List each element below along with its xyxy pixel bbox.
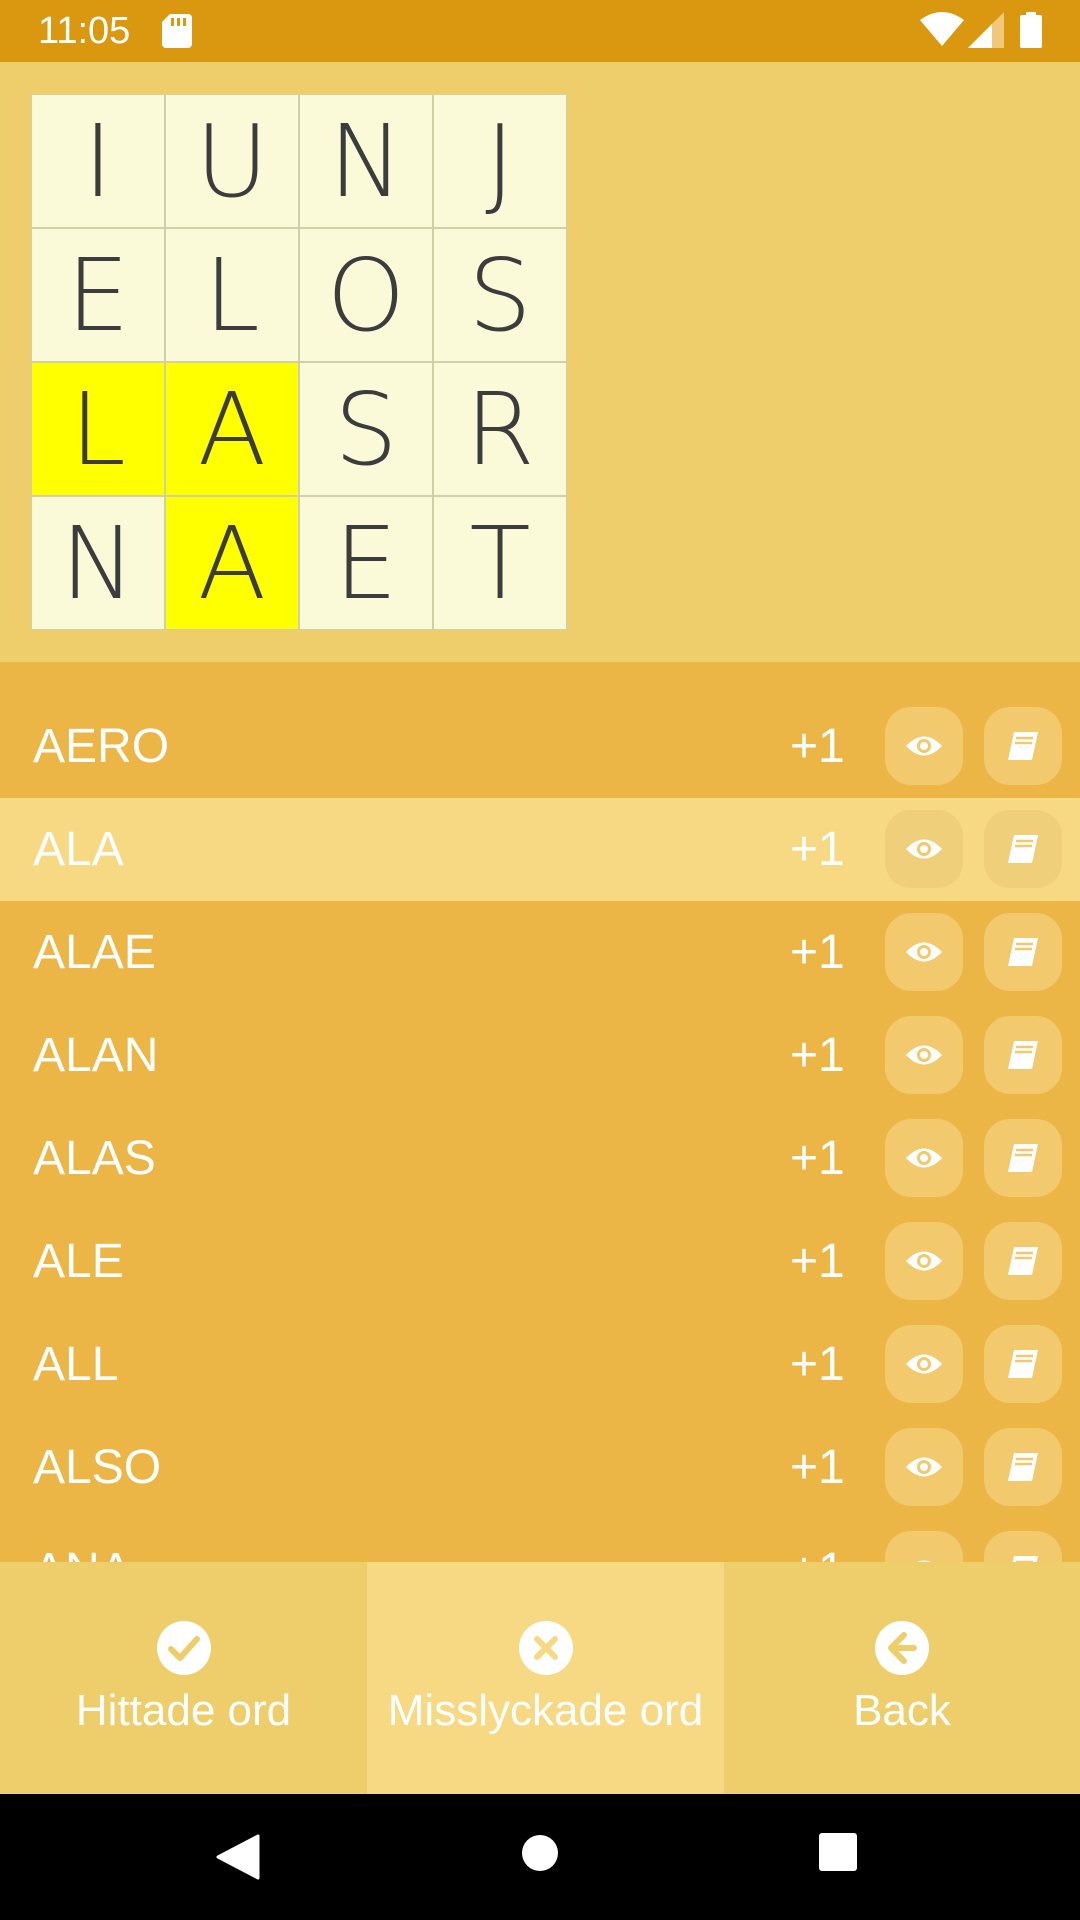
word-points: +1 [790,1029,845,1082]
word-label: ALAN [33,1029,159,1082]
status-bar: 11:05 [0,0,1080,62]
board-area: IUNJELOSLASRNAET [0,62,1080,662]
word-label: ANA [33,1519,132,1562]
letter-tile[interactable]: N [31,496,165,630]
letter-tile[interactable]: J [433,94,567,228]
eye-icon[interactable] [885,1016,963,1094]
letter-tile[interactable]: N [299,94,433,228]
word-row[interactable]: ALSO +1 [0,1416,1080,1519]
letter-tile[interactable]: A [165,496,299,630]
status-time: 11:05 [38,10,131,52]
word-label: AERO [33,720,170,773]
book-icon[interactable] [984,1531,1062,1562]
word-row[interactable]: ALA +1 [0,798,1080,901]
nav-label: Hittade ord [75,1686,292,1735]
book-icon[interactable] [984,707,1062,785]
eye-icon[interactable] [885,913,963,991]
letter-tile[interactable]: A [165,362,299,496]
word-label: ALAE [33,926,156,979]
word-points: +1 [790,1519,845,1562]
letter-tile[interactable]: S [433,228,567,362]
book-icon[interactable] [984,1222,1062,1300]
system-nav-bar [0,1794,1080,1920]
nav-label: Misslyckade ord [387,1686,704,1735]
book-icon[interactable] [984,1428,1062,1506]
word-row[interactable]: ALE +1 [0,1210,1080,1313]
letter-tile[interactable]: I [31,94,165,228]
x-circle-icon [518,1621,573,1675]
book-icon[interactable] [984,1119,1062,1197]
letter-tile[interactable]: T [433,496,567,630]
letter-tile[interactable]: E [299,496,433,630]
word-points: +1 [790,1338,845,1391]
letter-tile[interactable]: L [165,228,299,362]
word-row[interactable]: ANA +1 [0,1519,1080,1562]
word-label: ALE [33,1235,124,1288]
letter-tile[interactable]: E [31,228,165,362]
word-label: ALSO [33,1441,162,1494]
word-row[interactable]: AERO +1 [0,695,1080,798]
home-circle-icon[interactable] [521,1834,559,1872]
book-icon[interactable] [984,810,1062,888]
signal-icon [968,12,1004,48]
book-icon[interactable] [984,1325,1062,1403]
word-list[interactable]: AERO +1 ALA +1 ALAE +1 ALAN +1 ALAS +1 ALE +1 ALL +1 A… [0,662,1080,1562]
nav-back[interactable]: Back [724,1562,1080,1794]
bottom-nav: Hittade ord Misslyckade ord Back [0,1562,1080,1794]
back-triangle-icon[interactable] [216,1834,260,1880]
eye-icon[interactable] [885,810,963,888]
word-row[interactable]: ALAS +1 [0,1107,1080,1210]
word-row[interactable]: ALAN +1 [0,1004,1080,1107]
eye-icon[interactable] [885,1119,963,1197]
word-row[interactable]: ALL +1 [0,1313,1080,1416]
eye-icon[interactable] [885,1222,963,1300]
letter-tile[interactable]: S [299,362,433,496]
letter-tile[interactable]: O [299,228,433,362]
letter-tile[interactable]: L [31,362,165,496]
recents-square-icon[interactable] [818,1832,858,1872]
eye-icon[interactable] [885,1428,963,1506]
word-points: +1 [790,1441,845,1494]
word-row[interactable]: ALAE +1 [0,901,1080,1004]
book-icon[interactable] [984,913,1062,991]
word-points: +1 [790,926,845,979]
word-label: ALL [33,1338,119,1391]
eye-icon[interactable] [885,1325,963,1403]
battery-icon [1020,12,1042,48]
letter-grid: IUNJELOSLASRNAET [31,94,567,630]
letter-tile[interactable]: U [165,94,299,228]
nav-failed-words[interactable]: Misslyckade ord [367,1562,724,1794]
eye-icon[interactable] [885,1531,963,1562]
word-points: +1 [790,720,845,773]
nav-label: Back [853,1686,951,1735]
book-icon[interactable] [984,1016,1062,1094]
letter-tile[interactable]: R [433,362,567,496]
word-label: ALA [33,823,124,876]
word-points: +1 [790,1235,845,1288]
arrow-left-circle-icon [875,1621,929,1675]
word-points: +1 [790,823,845,876]
nav-found-words[interactable]: Hittade ord [0,1562,367,1794]
word-points: +1 [790,1132,845,1185]
sd-card-icon [162,14,192,48]
check-circle-icon [156,1621,211,1675]
word-label: ALAS [33,1132,156,1185]
wifi-icon [920,12,964,46]
eye-icon[interactable] [885,707,963,785]
